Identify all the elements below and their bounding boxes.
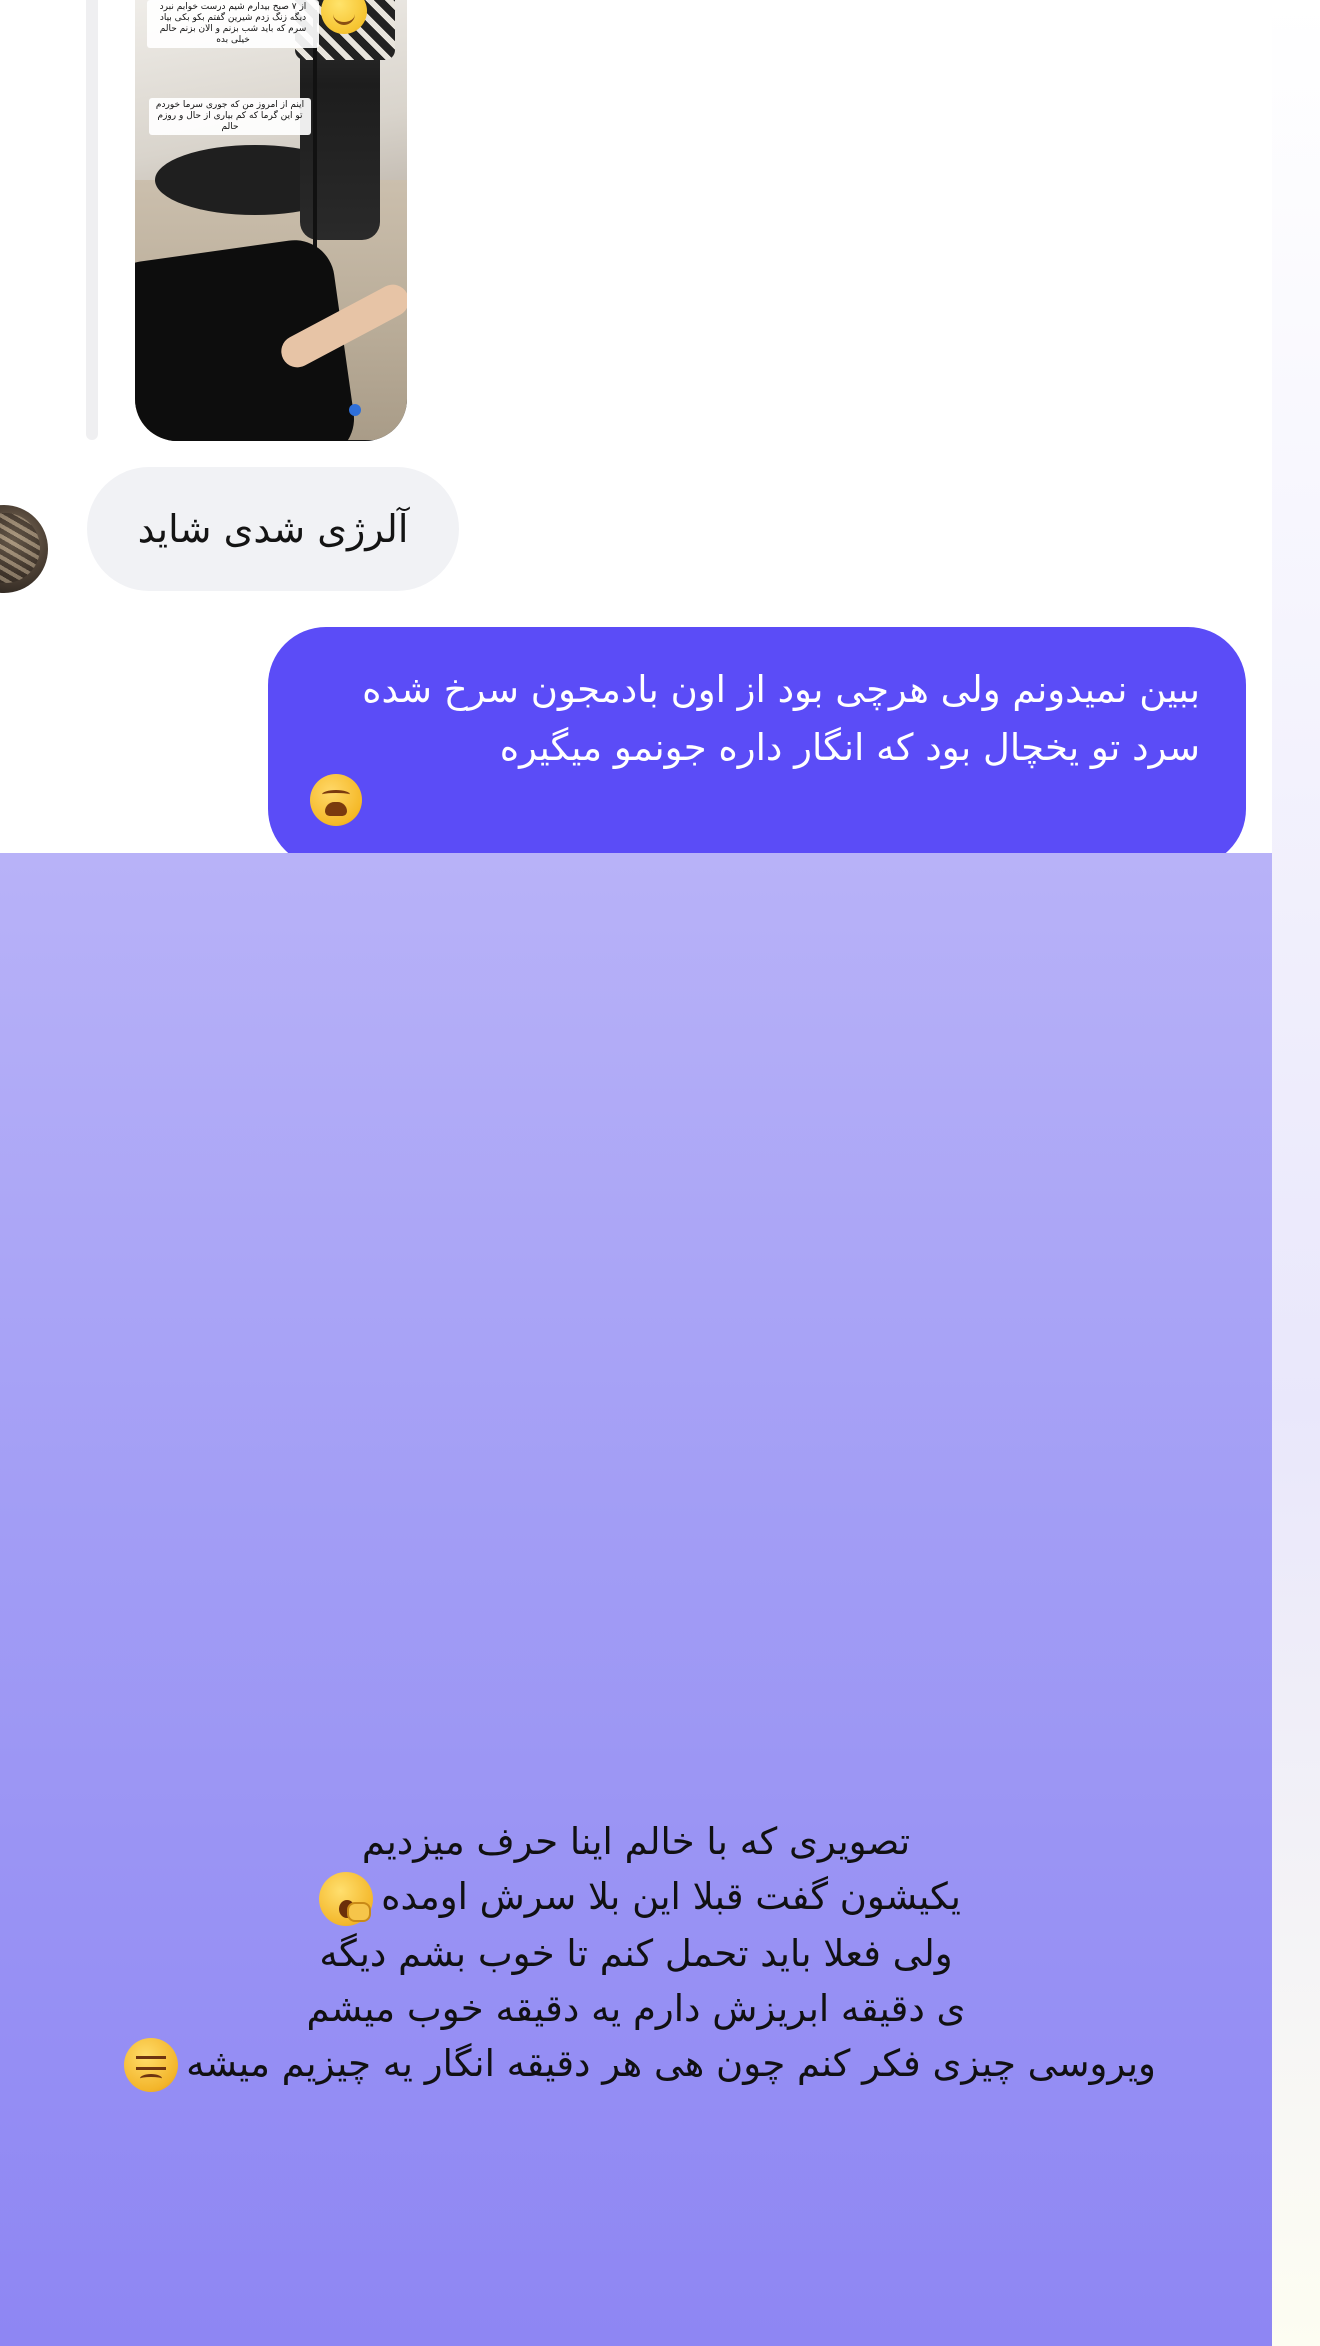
yawning-face-icon (319, 1871, 374, 1926)
story-reply-thumbnail[interactable]: از ۷ صبح بیدارم شیم درست خوابم نبرد دیگه… (135, 0, 407, 441)
incoming-message-bubble[interactable]: آلرژی شدی شاید (87, 467, 459, 591)
weary-face-icon (310, 774, 362, 826)
outgoing-message-text: ببین نمیدونم ولی هرچی بود از اون بادمجون… (362, 668, 1200, 769)
thumb-caption-bottom: اینم از امروز من که جوری سرما خوردم تو ا… (149, 98, 311, 135)
story-line-5: ویروسی چیزی فکر کنم چون هی هر دقیقه انگا… (186, 2041, 1156, 2085)
story-line-4: ی دقیقه ابریزش دارم یه دقیقه خوب میشم (306, 1986, 966, 2030)
dm-conversation-panel: از ۷ صبح بیدارم شیم درست خوابم نبرد دیگه… (0, 0, 1272, 853)
persevering-face-icon (124, 2038, 179, 2092)
avatar[interactable] (0, 505, 48, 593)
story-line-1: تصویری که با خالم اینا حرف میزدیم (361, 1820, 911, 1863)
outgoing-message-bubble[interactable]: ببین نمیدونم ولی هرچی بود از اون بادمجون… (268, 627, 1246, 853)
story-line-3: ولی فعلا باید تحمل کنم تا خوب بشم دیگه (319, 1931, 953, 1975)
incoming-message-text: آلرژی شدی شاید (137, 507, 409, 551)
edge-strip (1272, 0, 1320, 2346)
story-text-overlay: تصویری که با خالم اینا حرف میزدیم یکیشون… (0, 1814, 1272, 2092)
story-line-5-wrap: ویروسی چیزی فکر کنم چون هی هر دقیقه انگا… (0, 2036, 1272, 2092)
thumb-caption-top: از ۷ صبح بیدارم شیم درست خوابم نبرد دیگه… (147, 0, 319, 48)
thumb-badge (349, 404, 361, 416)
story-line-2: یکیشون گفت قبلا این بلا سرش اومده (381, 1875, 961, 1918)
story-line-2-wrap: یکیشون گفت قبلا این بلا سرش اومده (0, 1869, 1272, 1926)
story-reply-indicator (86, 0, 98, 440)
